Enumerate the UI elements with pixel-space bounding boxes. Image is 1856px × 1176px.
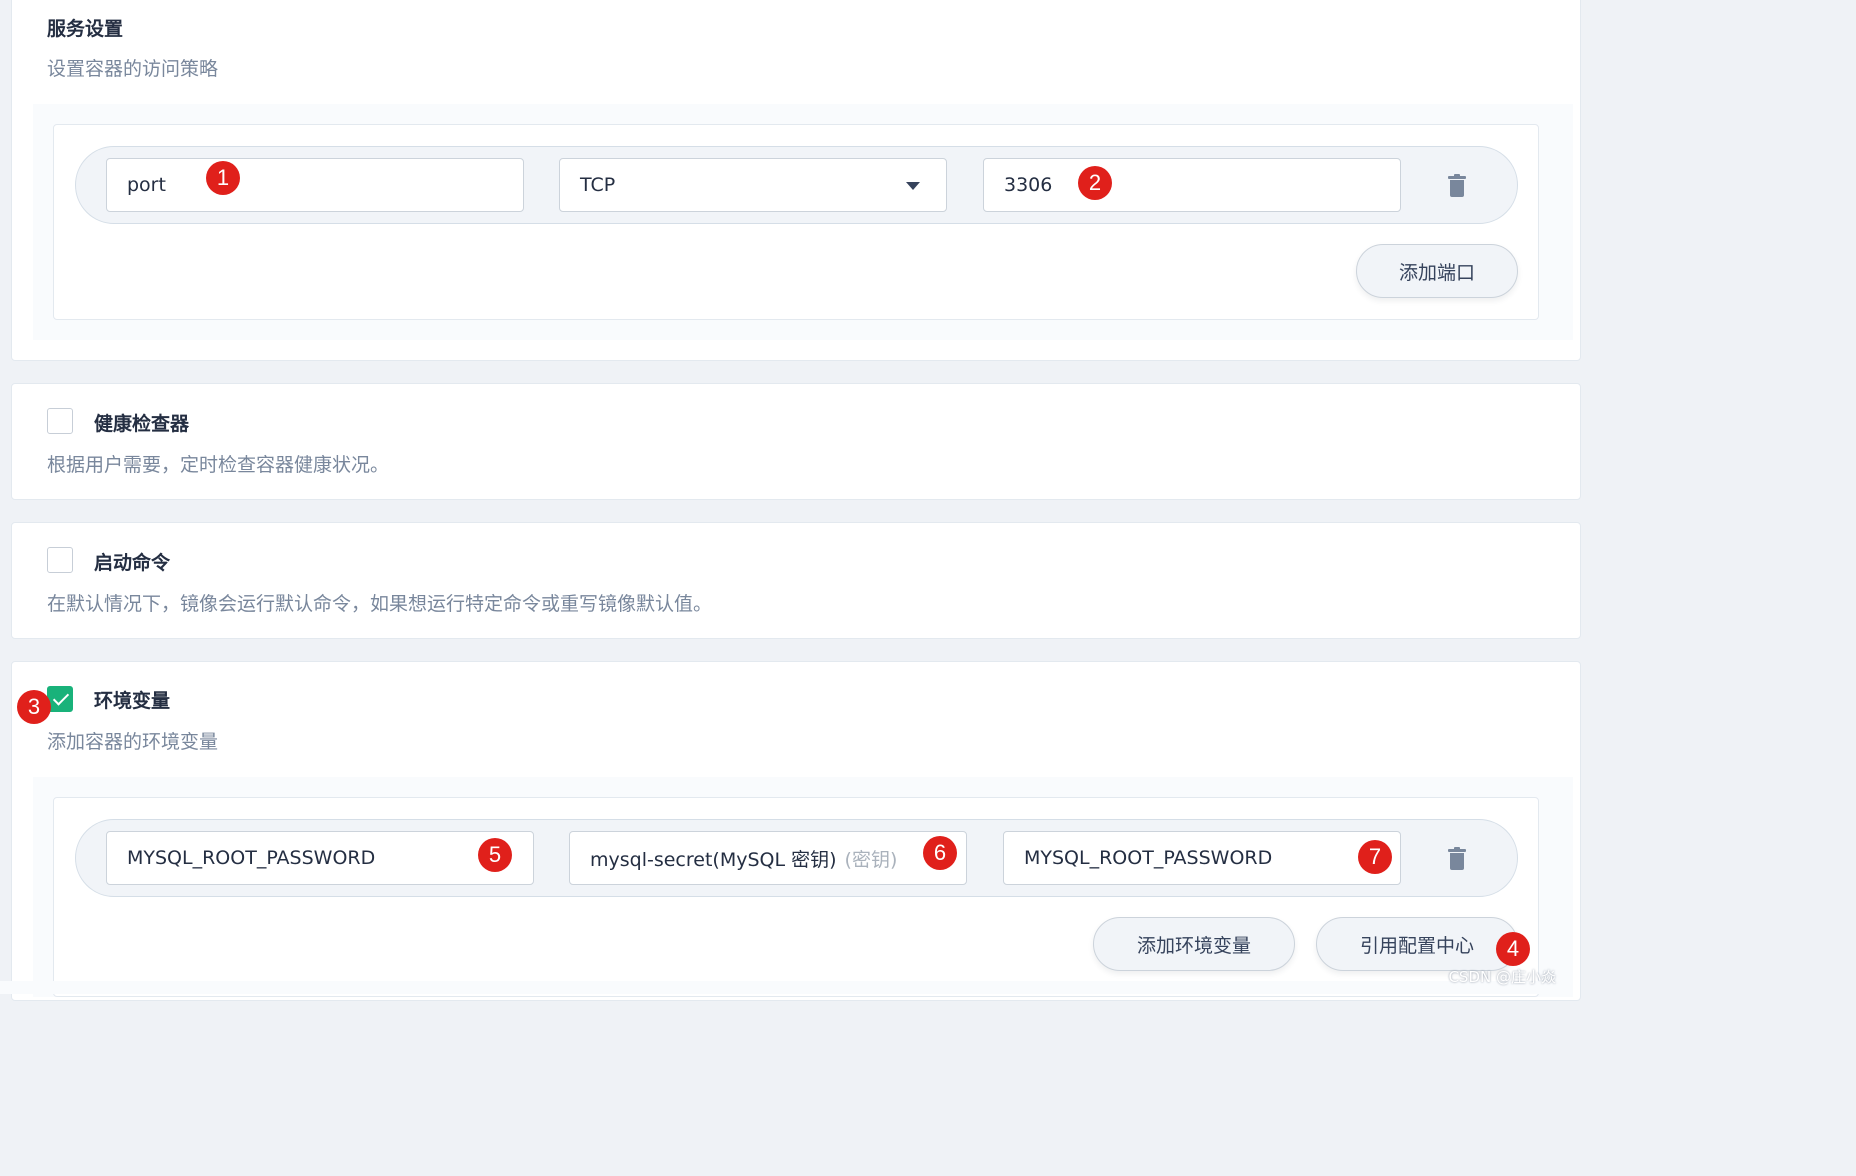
chevron-down-icon [906, 182, 920, 190]
reference-config-center-button[interactable]: 引用配置中心 [1316, 917, 1518, 971]
health-checker-title: 健康检查器 [94, 413, 190, 435]
env-vars-title: 环境变量 [94, 690, 171, 712]
health-checker-checkbox[interactable] [47, 408, 73, 434]
annotation-badge-5: 5 [478, 838, 512, 872]
startup-command-title: 启动命令 [94, 552, 171, 574]
annotation-badge-3: 3 [17, 690, 51, 724]
annotation-badge-4: 4 [1496, 932, 1530, 966]
annotation-badge-6: 6 [923, 836, 957, 870]
env-var-secret-value: mysql-secret(MySQL 密钥) [590, 848, 837, 871]
env-var-name-input[interactable]: MYSQL_ROOT_PASSWORD [106, 831, 534, 885]
watermark: CSDN @庄小焱 [1448, 968, 1556, 986]
port-name-input[interactable]: port [106, 158, 524, 212]
trash-icon[interactable] [1448, 174, 1466, 198]
protocol-select-value: TCP [580, 174, 616, 196]
trash-icon[interactable] [1448, 847, 1466, 871]
add-port-button[interactable]: 添加端口 [1356, 244, 1518, 298]
protocol-select[interactable]: TCP [559, 158, 947, 212]
service-settings-desc: 设置容器的访问策略 [47, 58, 219, 80]
startup-command-checkbox[interactable] [47, 547, 73, 573]
env-var-secret-hint: (密钥) [844, 848, 898, 871]
startup-command-desc: 在默认情况下，镜像会运行默认命令，如果想运行特定命令或重写镜像默认值。 [47, 593, 713, 615]
annotation-badge-2: 2 [1078, 166, 1112, 200]
footer-strip [0, 981, 1568, 994]
add-env-var-button[interactable]: 添加环境变量 [1093, 917, 1295, 971]
health-checker-desc: 根据用户需要，定时检查容器健康状况。 [47, 454, 390, 476]
env-var-key-select[interactable]: MYSQL_ROOT_PASSWORD [1003, 831, 1401, 885]
health-checker-card [11, 383, 1581, 500]
startup-command-card [11, 522, 1581, 639]
env-var-secret-select[interactable]: mysql-secret(MySQL 密钥) (密钥) [569, 831, 967, 885]
env-vars-desc: 添加容器的环境变量 [47, 731, 219, 753]
container-port-input[interactable]: 3306 [983, 158, 1401, 212]
annotation-badge-1: 1 [206, 161, 240, 195]
service-settings-title: 服务设置 [47, 18, 124, 40]
annotation-badge-7: 7 [1358, 840, 1392, 874]
